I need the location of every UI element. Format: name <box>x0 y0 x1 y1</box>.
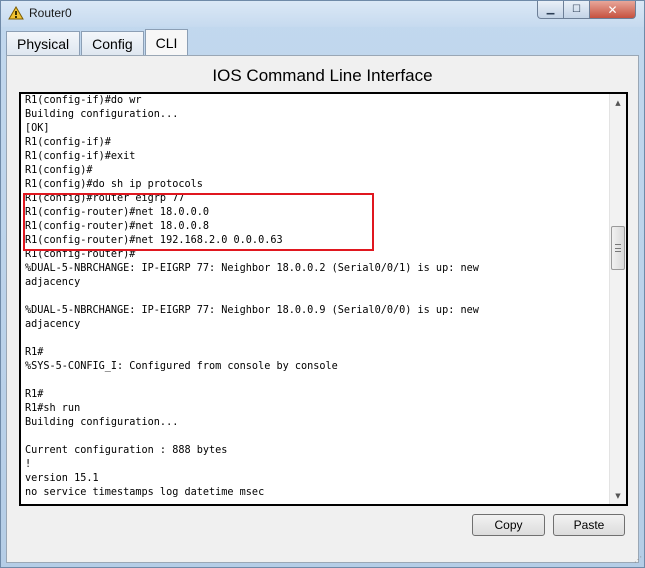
console-line: R1# <box>25 347 44 358</box>
arrow-down-icon: ▼ <box>615 491 621 500</box>
console-line: R1(config)#do sh ip protocols <box>25 179 203 190</box>
title-bar[interactable]: Router0 ▁ ☐ ✕ <box>1 1 644 27</box>
console-line: R1(config-router)# <box>25 249 136 260</box>
console-line: R1(config-router)#net 18.0.0.0 <box>25 207 210 218</box>
tab-bar: Physical Config CLI <box>6 29 189 55</box>
window-controls: ▁ ☐ ✕ <box>537 1 636 19</box>
tab-label: CLI <box>155 34 178 51</box>
copy-button[interactable]: Copy <box>472 514 545 536</box>
console-output[interactable]: R1(config-if)#do wr Building configuratio… <box>25 94 609 504</box>
cli-console[interactable]: R1(config-if)#do wr Building configuratio… <box>19 92 628 506</box>
console-line: R1(config-if)# <box>25 137 111 148</box>
scroll-down-button[interactable]: ▼ <box>610 487 626 504</box>
maximize-icon: ☐ <box>572 4 581 15</box>
console-line: no service timestamps log datetime msec <box>25 487 265 498</box>
console-line: R1(config-if)#exit <box>25 151 136 162</box>
tab-label: Config <box>92 35 133 52</box>
panel-title: IOS Command Line Interface <box>212 66 433 85</box>
tab-cli[interactable]: CLI <box>144 29 189 55</box>
tab-config[interactable]: Config <box>81 31 144 55</box>
minimize-button[interactable]: ▁ <box>537 1 564 19</box>
console-line: R1#sh run <box>25 403 81 414</box>
paste-button[interactable]: Paste <box>553 514 625 536</box>
console-line: Current configuration : 888 bytes <box>25 445 228 456</box>
maximize-button[interactable]: ☐ <box>564 1 590 19</box>
console-line: R1(config)# <box>25 165 93 176</box>
resize-grip-icon[interactable]: ⋰ <box>632 555 642 565</box>
cli-panel: IOS Command Line Interface R1(config-if)… <box>6 55 639 563</box>
console-line: %SYS-5-CONFIG_I: Configured from console… <box>25 361 338 372</box>
grip-icon <box>615 244 621 252</box>
console-line: ! <box>25 459 32 470</box>
minimize-icon: ▁ <box>546 4 555 15</box>
tab-physical[interactable]: Physical <box>6 31 81 55</box>
close-button[interactable]: ✕ <box>590 1 636 19</box>
arrow-up-icon: ▲ <box>615 98 621 107</box>
scrollbar-thumb[interactable] <box>611 226 625 270</box>
console-line: adjacency <box>25 319 81 330</box>
window-title: Router0 <box>29 6 72 20</box>
close-icon: ✕ <box>607 2 618 17</box>
router-window: Router0 ▁ ☐ ✕ Physical Config CLI IOS Co… <box>0 0 645 568</box>
console-line: %DUAL-5-NBRCHANGE: IP-EIGRP 77: Neighbor… <box>25 263 479 274</box>
console-line: version 15.1 <box>25 473 99 484</box>
console-line: R1# <box>25 389 44 400</box>
console-line: R1(config)#router eigrp 77 <box>25 193 185 204</box>
console-line: %DUAL-5-NBRCHANGE: IP-EIGRP 77: Neighbor… <box>25 305 479 316</box>
console-line: R1(config-if)#do wr <box>25 95 142 106</box>
tab-label: Physical <box>17 35 70 52</box>
scroll-up-button[interactable]: ▲ <box>610 94 626 111</box>
console-line: Building configuration... <box>25 109 179 120</box>
console-line: R1(config-router)#net 192.168.2.0 0.0.0.… <box>25 235 283 246</box>
console-line: Building configuration... <box>25 417 179 428</box>
router-app-icon <box>8 6 24 20</box>
console-line: R1(config-router)#net 18.0.0.8 <box>25 221 210 232</box>
console-line: [OK] <box>25 123 50 134</box>
vertical-scrollbar[interactable]: ▲ ▼ <box>609 94 626 504</box>
console-line: adjacency <box>25 277 81 288</box>
